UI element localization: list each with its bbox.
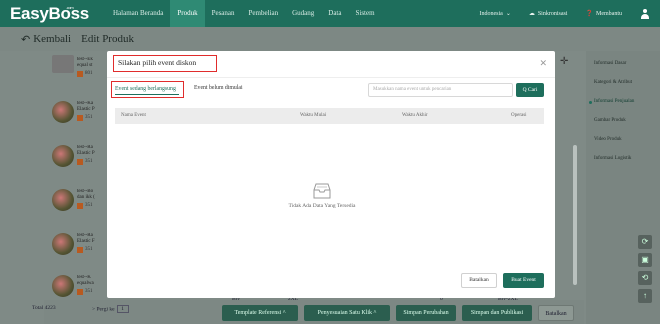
nav-item-produk[interactable]: Produk [170,0,205,27]
main-nav: Halaman Beranda Produk Pesanan Pembelian… [106,0,382,27]
nav-item-sistem[interactable]: Sistem [348,0,381,27]
product-thumbnail [52,233,74,255]
create-event-button[interactable]: Buat Event [503,273,544,288]
section-nav-item[interactable]: Gambar Produk [594,118,626,123]
product-list: test--Ek equal st 801 test--Ka Elastic P 3… [44,51,108,324]
section-nav-item[interactable]: Informasi Logistik [594,156,631,161]
shop-icon [77,289,83,295]
scrollbar[interactable] [573,145,577,285]
page-header: ↶ Kembali Edit Produk [0,27,660,51]
search-button[interactable]: Q Cari [516,83,544,97]
back-button[interactable]: ↶ Kembali [21,33,71,46]
product-thumbnail [52,275,74,297]
empty-text: Tidak Ada Data Yang Tersedia [288,203,356,209]
shop-icon [77,247,83,253]
column-header: Waktu Akhir [402,113,428,118]
back-arrow-icon: ↶ [21,33,31,46]
table-header: Nama Event Waktu Mulai Waktu Akhir Opera… [115,108,544,124]
save-publish-button[interactable]: Simpan dan Publikasi [462,305,532,321]
column-header: Waktu Mulai [300,113,327,118]
product-thumbnail [52,189,74,211]
section-nav-item[interactable]: Kategori & Atribut [594,80,632,85]
section-nav-item[interactable]: Informasi Dasar [594,61,626,66]
refresh-icon[interactable]: ⟳ [638,235,652,249]
list-item[interactable]: test--Ka Elastic P 351 [52,95,112,139]
plus-icon[interactable]: ✛ [560,56,568,67]
shop-icon [77,203,83,209]
language-select[interactable]: Indonesia ⌄ [479,10,511,18]
active-dot [589,101,592,104]
tab-ongoing-events[interactable]: Event sedang berlangsung [111,81,184,98]
empty-box-icon [313,183,331,199]
dialog-title: Silakan pilih event diskon [113,55,217,72]
user-icon[interactable] [640,8,650,19]
bulk-adjust-button[interactable]: Penyesuaian Satu Klik ^ [304,305,390,321]
top-navbar: EasyBoss .com Halaman Beranda Produk Pesa… [0,0,660,27]
cancel-button[interactable]: Batalkan [461,273,497,288]
help-icon: ❓ [585,11,593,17]
section-nav-item[interactable]: Video Produk [594,137,622,142]
nav-item-pesanan[interactable]: Pesanan [205,0,242,27]
event-search-input[interactable]: Masukkan nama event untuk pencarian [368,83,513,97]
product-thumbnail [52,145,74,167]
screen-icon[interactable]: ▣ [638,253,652,267]
page-title: Edit Produk [81,33,134,45]
chevron-down-icon: ⌄ [505,11,511,17]
nav-item-beranda[interactable]: Halaman Beranda [106,0,170,27]
empty-state: Tidak Ada Data Yang Tersedia [267,183,377,209]
cancel-page-button[interactable]: Batalkan [538,305,574,321]
nav-right: Indonesia ⌄ ☁ Sinkronisasi ❓ Membantu [479,0,660,27]
cloud-icon: ☁ [528,11,535,17]
shop-icon [77,115,83,121]
nav-item-pembelian[interactable]: Pembelian [242,0,286,27]
shop-icon [77,71,83,77]
pagination: > Pergi ke 1 [92,305,129,313]
column-header: Nama Event [121,113,146,118]
template-button[interactable]: Template Referensi ^ [222,305,298,321]
total-count: Total 4223 [32,305,56,311]
divider [107,77,555,78]
section-nav-item[interactable]: Informasi Penjualan [594,99,634,104]
list-item[interactable]: test--Bo dan ikk ( 351 [52,183,112,227]
list-item[interactable]: test--Ra Elastic F 351 [52,227,112,271]
nav-item-gudang[interactable]: Gudang [285,0,321,27]
product-thumbnail [52,55,74,73]
column-header: Operasi [511,113,527,118]
scroll-top-icon[interactable]: ↑ [638,289,652,303]
help-button[interactable]: ❓ Membantu [585,10,622,18]
product-thumbnail [52,101,74,123]
history-icon[interactable]: ⟲ [638,271,652,285]
save-button[interactable]: Simpan Perubahan [396,305,456,321]
app-logo[interactable]: EasyBoss .com [10,4,100,24]
discount-event-dialog: Silakan pilih event diskon ✕ Event sedan… [107,51,555,298]
close-icon[interactable]: ✕ [539,58,547,69]
nav-item-data[interactable]: Data [321,0,348,27]
tab-upcoming-events[interactable]: Event belum dimulai [194,85,243,91]
page-input[interactable]: 1 [116,305,129,313]
shop-icon [77,159,83,165]
sync-button[interactable]: ☁ Sinkronisasi [528,10,568,18]
list-item[interactable]: test--Ek equal st 801 [52,51,112,95]
list-item[interactable]: test--Ra Elastic P 351 [52,139,112,183]
